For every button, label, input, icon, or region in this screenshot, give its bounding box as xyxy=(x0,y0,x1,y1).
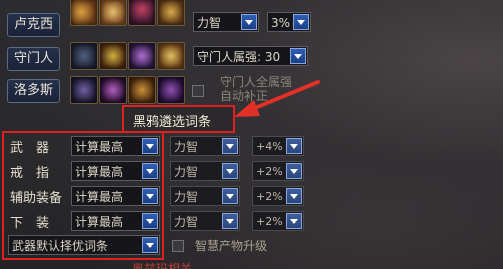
portrait-icon[interactable] xyxy=(70,76,98,104)
select-value: +4% xyxy=(256,140,283,153)
chevron-down-icon xyxy=(142,213,158,229)
top-pct-select[interactable]: 3% xyxy=(267,12,311,32)
weapon-pct-select[interactable]: +4% xyxy=(252,136,304,156)
row-label-pants: 下 装 xyxy=(10,216,50,231)
wisdom-upgrade-label: 智慧产物升级 xyxy=(195,239,268,253)
support-pct-select[interactable]: +2% xyxy=(252,186,304,206)
chevron-down-icon xyxy=(222,188,238,204)
portrait-icon[interactable] xyxy=(99,42,127,70)
pants-stat-select[interactable]: 力智 xyxy=(170,211,240,231)
chevron-down-icon xyxy=(293,14,309,30)
row-label-ring: 戒 指 xyxy=(10,166,50,181)
callout-box: 黑鸦遴选词条 xyxy=(122,105,235,133)
select-value: 力智 xyxy=(174,215,199,229)
select-value: 武器默认择优词条 xyxy=(12,239,109,253)
chevron-down-icon xyxy=(142,163,158,179)
wisdom-upgrade-checkbox[interactable] xyxy=(172,240,184,252)
row-label-support: 辅助装备 xyxy=(10,191,63,206)
hero-tag-gatekeeper[interactable]: 守门人 xyxy=(7,47,60,71)
select-value: 计算最高 xyxy=(75,190,124,204)
top-stat-select[interactable]: 力智 xyxy=(193,12,259,32)
weapon-stat-select[interactable]: 力智 xyxy=(170,136,240,156)
weapon-mode-select[interactable]: 计算最高 xyxy=(71,136,160,156)
pants-mode-select[interactable]: 计算最高 xyxy=(71,211,160,231)
chevron-down-icon xyxy=(286,213,302,229)
weapon-default-select[interactable]: 武器默认择优词条 xyxy=(8,235,160,255)
select-value: 力智 xyxy=(174,190,199,204)
select-value: 力智 xyxy=(197,16,222,30)
hero-tag-rodos[interactable]: 洛多斯 xyxy=(7,79,60,103)
chevron-down-icon xyxy=(286,138,302,154)
select-value: 计算最高 xyxy=(75,165,124,179)
support-mode-select[interactable]: 计算最高 xyxy=(71,186,160,206)
section-header-partial: 奥兹玛相关 xyxy=(132,262,193,269)
portrait-icon[interactable] xyxy=(128,76,156,104)
app-window: 卢克西 守门人 洛多斯 力智 3% 守门人属强: 30 守门人全属强 自动补正 … xyxy=(0,0,503,269)
chevron-down-icon xyxy=(241,14,257,30)
row-label-weapon: 武 器 xyxy=(10,141,50,156)
select-value: +2% xyxy=(256,190,283,203)
pants-pct-select[interactable]: +2% xyxy=(252,211,304,231)
portrait-icon[interactable] xyxy=(99,76,127,104)
chevron-down-icon xyxy=(222,138,238,154)
portrait-icon[interactable] xyxy=(128,0,156,26)
select-value: 计算最高 xyxy=(75,140,124,154)
chevron-down-icon xyxy=(290,48,306,64)
chevron-down-icon xyxy=(222,213,238,229)
support-stat-select[interactable]: 力智 xyxy=(170,186,240,206)
hero-name: 洛多斯 xyxy=(13,83,53,98)
select-value: 力智 xyxy=(174,165,199,179)
select-value: 3% xyxy=(271,16,291,30)
portrait-icon[interactable] xyxy=(157,76,185,104)
chevron-down-icon xyxy=(142,237,158,253)
chevron-down-icon xyxy=(142,138,158,154)
gatekeeper-attr-select[interactable]: 守门人属强: 30 xyxy=(193,46,308,66)
select-value: +2% xyxy=(256,165,283,178)
portrait-icon[interactable] xyxy=(70,42,98,70)
chevron-down-icon xyxy=(286,163,302,179)
chevron-down-icon xyxy=(142,188,158,204)
arrow-icon xyxy=(234,80,320,117)
callout-text: 黑鸦遴选词条 xyxy=(133,115,212,130)
chevron-down-icon xyxy=(286,188,302,204)
select-value: 计算最高 xyxy=(75,215,124,229)
hero-name: 卢克西 xyxy=(13,17,53,32)
ring-stat-select[interactable]: 力智 xyxy=(170,161,240,181)
auto-correct-checkbox[interactable] xyxy=(192,85,204,97)
hero-tag-luxi[interactable]: 卢克西 xyxy=(7,13,60,37)
portrait-icon[interactable] xyxy=(157,42,185,70)
portrait-icon[interactable] xyxy=(157,0,185,26)
portrait-icon[interactable] xyxy=(99,0,127,26)
portrait-icon[interactable] xyxy=(128,42,156,70)
hero-name: 守门人 xyxy=(13,51,53,66)
ring-pct-select[interactable]: +2% xyxy=(252,161,304,181)
chevron-down-icon xyxy=(222,163,238,179)
select-value: +2% xyxy=(256,215,283,228)
ring-mode-select[interactable]: 计算最高 xyxy=(71,161,160,181)
portrait-icon[interactable] xyxy=(70,0,98,26)
select-value: 守门人属强: 30 xyxy=(197,50,281,64)
select-value: 力智 xyxy=(174,140,199,154)
